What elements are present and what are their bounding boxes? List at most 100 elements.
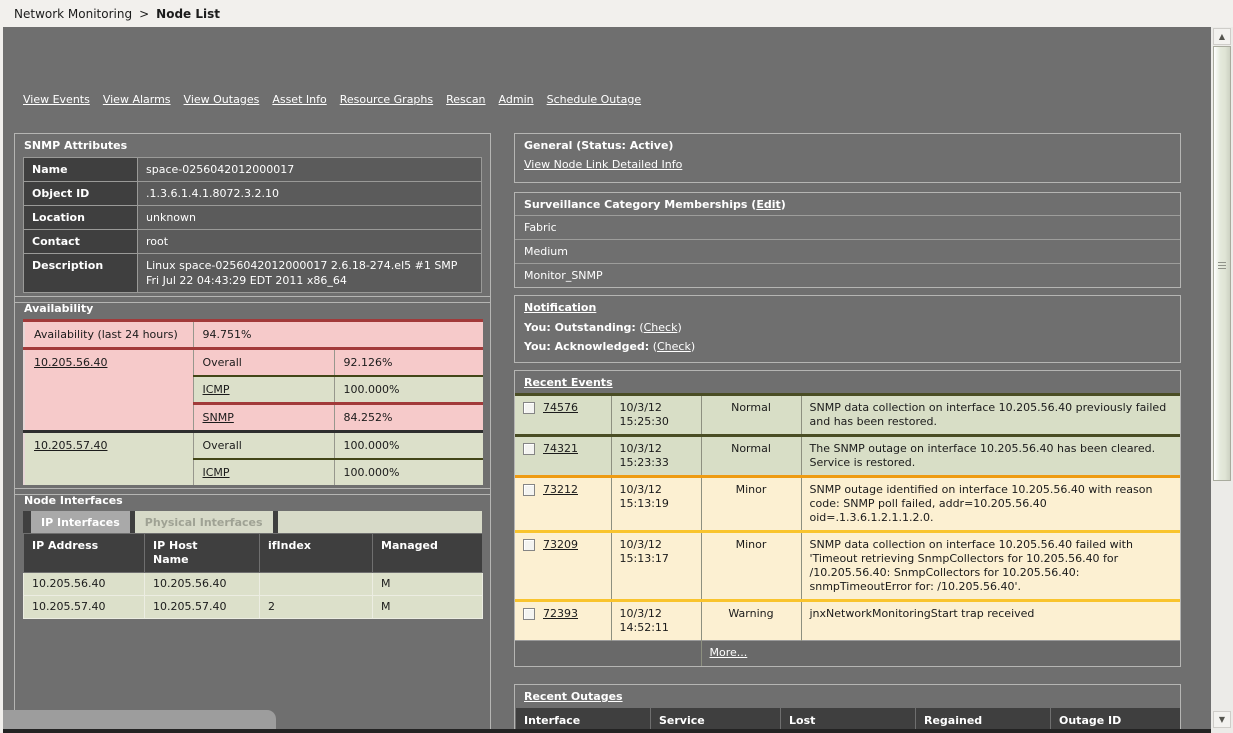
availability-title: Availability (15, 297, 490, 319)
ip-interfaces-table: IP Address IP Host Name ifIndex Managed … (23, 533, 483, 619)
node-interfaces-panel: Node Interfaces IP Interfaces Physical I… (14, 488, 491, 732)
category-item: Monitor_SNMP (515, 263, 1180, 287)
service-availability: 100.000% (334, 376, 483, 404)
table-row: Availability (last 24 hours) 94.751% (24, 321, 483, 349)
event-time: 10/3/12 15:13:19 (611, 477, 701, 532)
view-alarms-link[interactable]: View Alarms (103, 93, 171, 106)
attr-value: root (138, 230, 482, 254)
scrollbar-grip-icon (1218, 262, 1226, 270)
event-message: SNMP data collection on interface 10.205… (801, 532, 1180, 601)
notification-panel: Notification You: Outstanding: (Check) Y… (514, 295, 1181, 363)
resource-graphs-link[interactable]: Resource Graphs (340, 93, 433, 106)
snmp-attributes-panel: SNMP Attributes Name space-0256042012000… (14, 133, 491, 303)
col-managed: Managed (373, 534, 483, 573)
snmp-attributes-title: SNMP Attributes (15, 134, 490, 156)
event-id-cell: 74321 (515, 436, 611, 477)
event-time: 10/3/12 14:52:11 (611, 601, 701, 641)
event-row: 74576 10/3/12 15:25:30 Normal SNMP data … (515, 395, 1180, 436)
category-item: Fabric (515, 215, 1180, 239)
breadcrumb-separator: > (139, 7, 149, 21)
notification-link[interactable]: Notification (524, 301, 596, 314)
check-outstanding-link[interactable]: Check (644, 321, 678, 334)
admin-link[interactable]: Admin (499, 93, 534, 106)
view-node-link-detailed-info-link[interactable]: View Node Link Detailed Info (524, 158, 682, 171)
paren-close: ) (677, 321, 681, 334)
service-name: ICMP (193, 376, 334, 404)
vertical-scrollbar[interactable]: ▲ ▼ (1211, 27, 1233, 733)
ifindex-cell (260, 573, 373, 596)
tab-physical-interfaces[interactable]: Physical Interfaces (135, 511, 273, 533)
service-name: ICMP (193, 459, 334, 485)
recent-outages-panel: Recent Outages Interface Service Lost Re… (514, 684, 1181, 732)
service-link[interactable]: SNMP (203, 411, 234, 424)
recent-events-link[interactable]: Recent Events (524, 376, 613, 389)
check-acknowledged-link[interactable]: Check (657, 340, 691, 353)
category-item: Medium (515, 239, 1180, 263)
service-availability: 84.252% (334, 404, 483, 432)
event-id-link[interactable]: 74321 (543, 442, 578, 456)
rescan-link[interactable]: Rescan (446, 93, 485, 106)
tab-ip-interfaces[interactable]: IP Interfaces (31, 511, 130, 533)
edit-categories-link[interactable]: Edit (756, 198, 780, 211)
breadcrumb-section[interactable]: Network Monitoring (14, 7, 132, 21)
surveillance-title-close: ) (781, 198, 786, 211)
general-panel: General (Status: Active) View Node Link … (514, 133, 1181, 183)
event-time: 10/3/12 15:25:30 (611, 395, 701, 436)
availability-24h-label: Availability (last 24 hours) (24, 321, 193, 349)
attr-value: space-0256042012000017 (138, 158, 482, 182)
asset-info-link[interactable]: Asset Info (272, 93, 326, 106)
event-message: SNMP data collection on interface 10.205… (801, 395, 1180, 436)
schedule-outage-link[interactable]: Schedule Outage (547, 93, 641, 106)
event-severity: Warning (701, 601, 801, 641)
event-id-link[interactable]: 73209 (543, 538, 578, 552)
interface-link[interactable]: 10.205.57.40 (34, 439, 107, 452)
event-id-cell: 72393 (515, 601, 611, 641)
view-outages-link[interactable]: View Outages (184, 93, 260, 106)
col-ifindex: ifIndex (260, 534, 373, 573)
interface-cell: 10.205.56.40 (24, 349, 193, 432)
attr-label: Contact (24, 230, 138, 254)
event-id-link[interactable]: 74576 (543, 401, 578, 415)
interface-tabs: IP Interfaces Physical Interfaces (23, 511, 482, 533)
more-row: More... (515, 641, 1180, 667)
more-cell: More... (701, 641, 1180, 667)
scroll-down-button[interactable]: ▼ (1213, 711, 1231, 728)
notification-title: Notification (515, 296, 1180, 318)
interface-link[interactable]: 10.205.56.40 (34, 356, 107, 369)
ip-address-cell: 10.205.56.40 (24, 573, 145, 596)
recent-outages-link[interactable]: Recent Outages (524, 690, 623, 703)
acknowledged-label: You: Acknowledged: (524, 340, 649, 353)
service-link[interactable]: ICMP (203, 466, 230, 479)
event-checkbox[interactable] (523, 443, 535, 455)
table-row: 10.205.56.40 10.205.56.40 M (24, 573, 483, 596)
ifindex-cell: 2 (260, 596, 373, 619)
event-severity: Normal (701, 395, 801, 436)
main-content: View Events View Alarms View Outages Ass… (3, 27, 1211, 733)
event-checkbox[interactable] (523, 539, 535, 551)
more-events-link[interactable]: More... (710, 646, 748, 659)
attr-value: .1.3.6.1.4.1.8072.3.2.10 (138, 182, 482, 206)
table-row: 10.205.56.40 Overall 92.126% (24, 349, 483, 377)
managed-cell: M (373, 573, 483, 596)
service-link[interactable]: ICMP (203, 383, 230, 396)
recent-events-panel: Recent Events 74576 10/3/12 15:25:30 Nor… (514, 370, 1181, 667)
scrollbar-thumb[interactable] (1213, 46, 1231, 481)
event-row: 72393 10/3/12 14:52:11 Warning jnxNetwor… (515, 601, 1180, 641)
tab-filler (278, 511, 482, 533)
managed-cell: M (373, 596, 483, 619)
attr-label: Description (24, 254, 138, 293)
event-checkbox[interactable] (523, 608, 535, 620)
surveillance-title-text: Surveillance Category Memberships ( (524, 198, 756, 211)
table-header-row: IP Address IP Host Name ifIndex Managed (24, 534, 483, 573)
attr-label: Location (24, 206, 138, 230)
scroll-up-button[interactable]: ▲ (1213, 28, 1231, 45)
table-row: Contact root (24, 230, 482, 254)
event-id-link[interactable]: 73212 (543, 483, 578, 497)
recent-outages-title: Recent Outages (515, 685, 1180, 707)
attr-label: Name (24, 158, 138, 182)
event-message: The SNMP outage on interface 10.205.56.4… (801, 436, 1180, 477)
view-events-link[interactable]: View Events (23, 93, 90, 106)
event-checkbox[interactable] (523, 484, 535, 496)
event-checkbox[interactable] (523, 402, 535, 414)
event-id-link[interactable]: 72393 (543, 607, 578, 621)
